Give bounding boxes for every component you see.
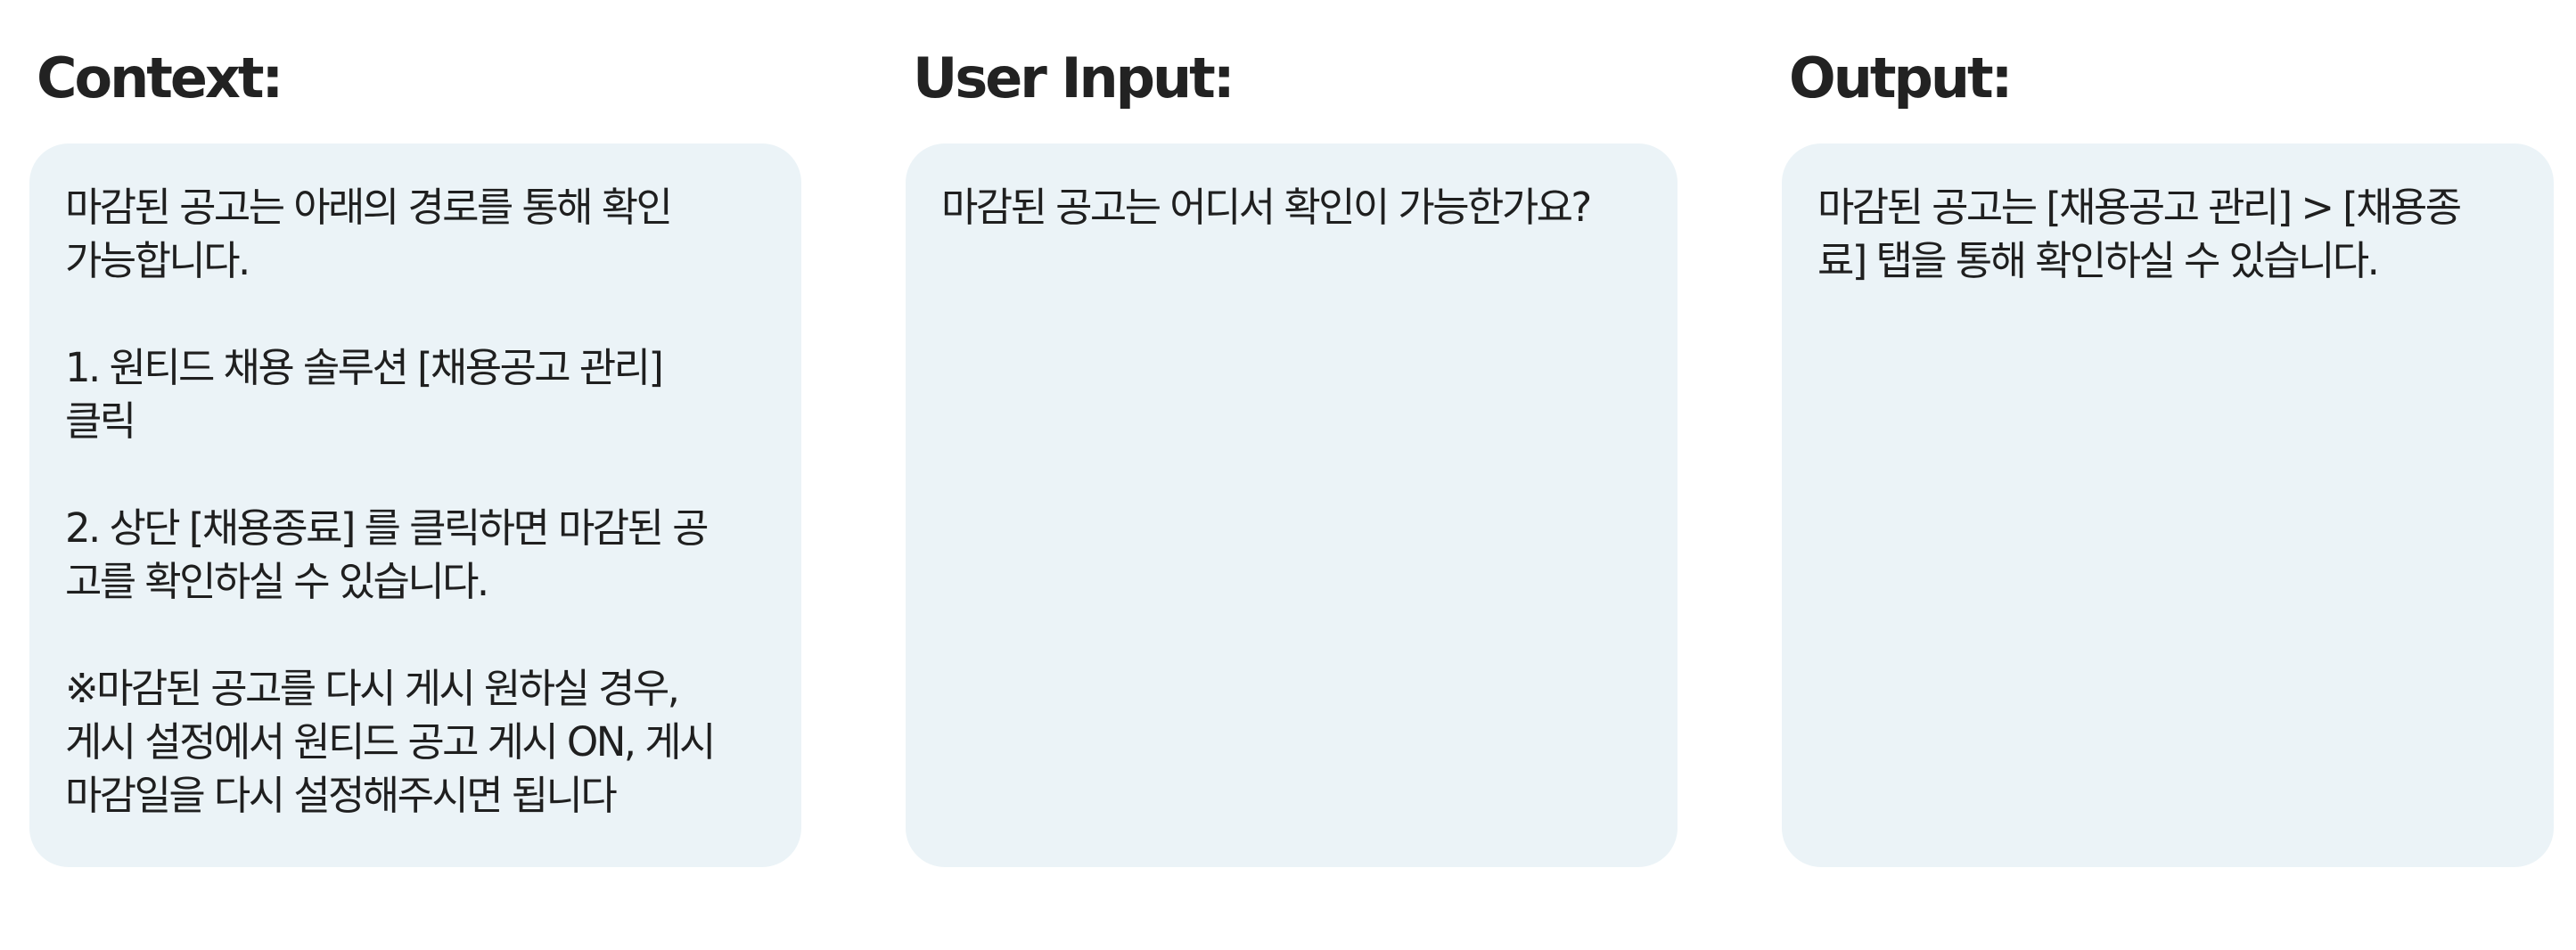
output-heading: Output: <box>1789 45 2013 111</box>
output-text: 마감된 공고는 [채용공고 관리] > [채용종 료] 탭을 통해 확인하실 수… <box>1817 184 2462 284</box>
context-heading: Context: <box>37 45 283 111</box>
user-input-heading: User Input: <box>913 45 1235 111</box>
context-panel: Context: 마감된 공고는 아래의 경로를 통해 확인 가능합니다. 1.… <box>29 0 801 950</box>
context-card: 마감된 공고는 아래의 경로를 통해 확인 가능합니다. 1. 원티드 채용 솔… <box>29 143 801 867</box>
user-input-panel: User Input: 마감된 공고는 어디서 확인이 가능한가요? <box>906 0 1678 950</box>
output-card: 마감된 공고는 [채용공고 관리] > [채용종 료] 탭을 통해 확인하실 수… <box>1782 143 2554 867</box>
context-text: 마감된 공고는 아래의 경로를 통해 확인 가능합니다. 1. 원티드 채용 솔… <box>65 184 716 819</box>
user-input-text: 마감된 공고는 어디서 확인이 가능한가요? <box>941 184 1592 231</box>
user-input-card: 마감된 공고는 어디서 확인이 가능한가요? <box>906 143 1678 867</box>
output-panel: Output: 마감된 공고는 [채용공고 관리] > [채용종 료] 탭을 통… <box>1782 0 2554 950</box>
